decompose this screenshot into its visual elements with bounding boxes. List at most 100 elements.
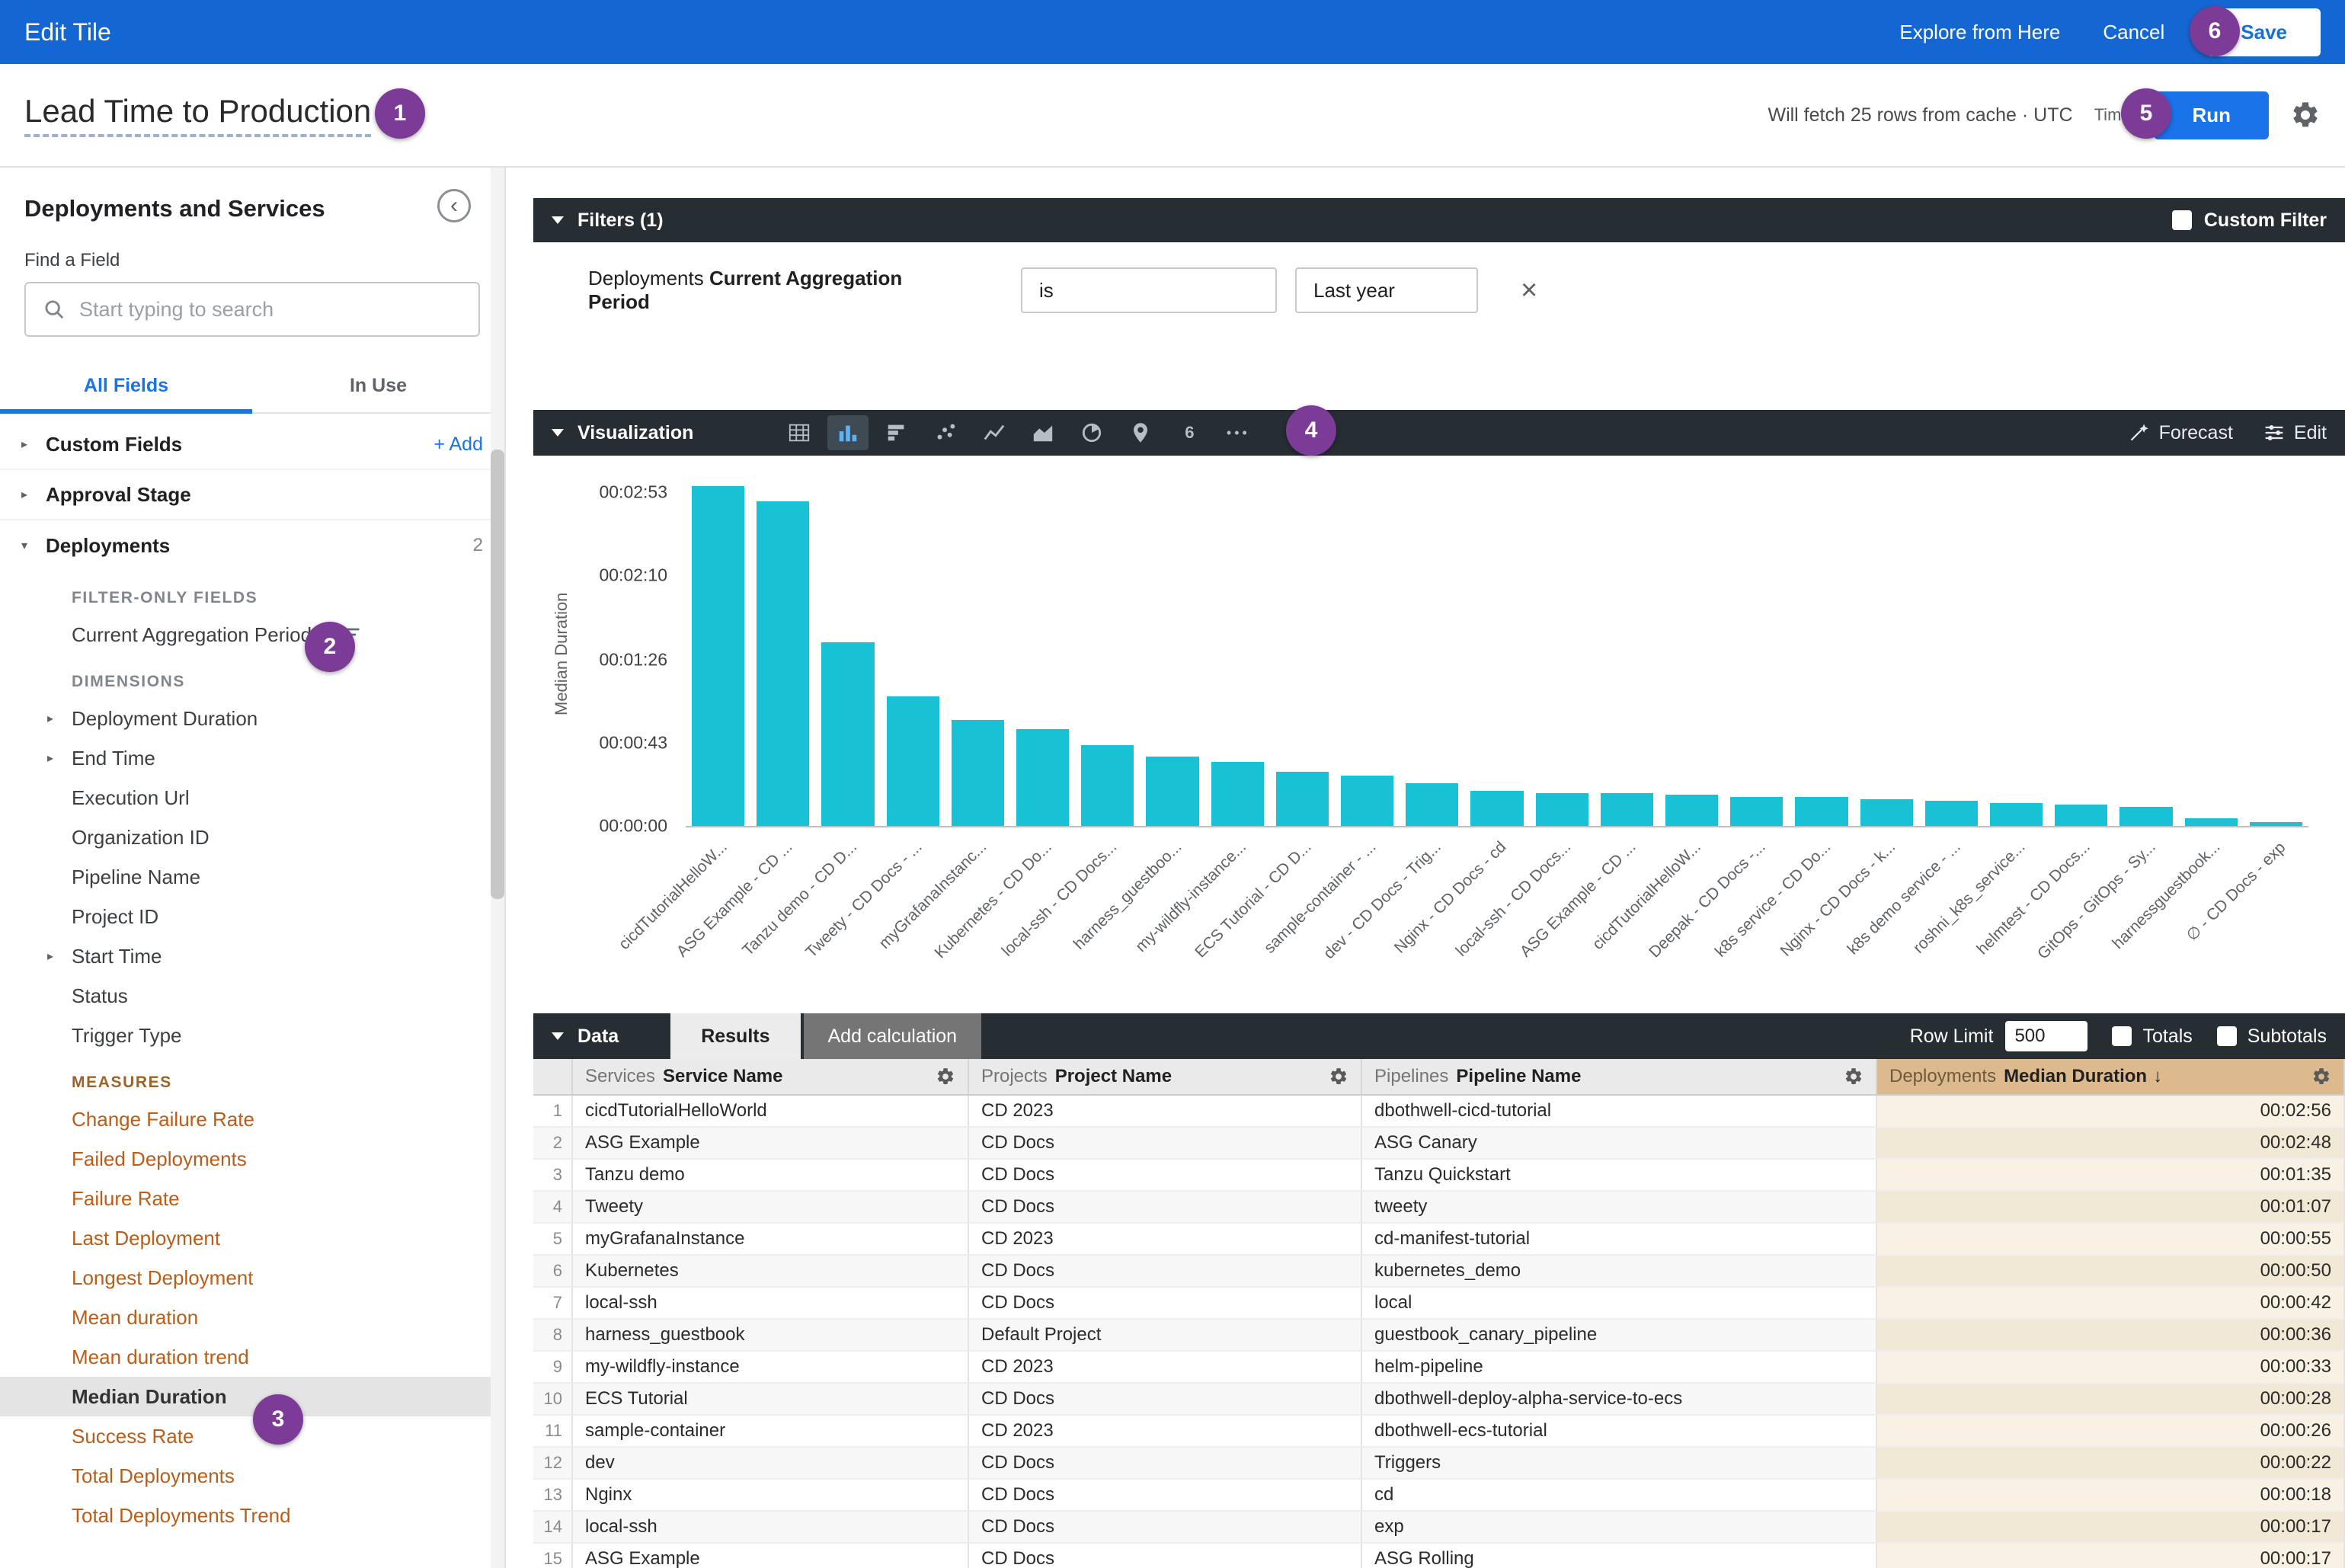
filter-operator-select[interactable]: is <box>1021 267 1277 313</box>
field-organization-id[interactable]: Organization ID <box>0 818 504 857</box>
cell-median-duration[interactable]: 00:01:07 <box>1877 1192 2345 1224</box>
cancel-link[interactable]: Cancel <box>2103 21 2164 44</box>
cell-median-duration[interactable]: 00:01:35 <box>1877 1160 2345 1192</box>
custom-filter-toggle[interactable]: Custom Filter <box>2172 210 2327 232</box>
cell-pipeline-name[interactable]: dbothwell-deploy-alpha-service-to-ecs <box>1362 1384 1877 1416</box>
cell-pipeline-name[interactable]: tweety <box>1362 1192 1877 1224</box>
tile-title-input[interactable]: Lead Time to Production <box>24 93 371 137</box>
bar[interactable] <box>1276 772 1329 826</box>
sidebar-scrollbar[interactable] <box>491 168 504 1568</box>
bar[interactable] <box>692 486 744 826</box>
map-viz-icon[interactable] <box>1120 415 1161 450</box>
cell-service-name[interactable]: Tweety <box>573 1192 969 1224</box>
table-row[interactable]: 5myGrafanaInstanceCD 2023cd-manifest-tut… <box>533 1224 2345 1256</box>
run-button[interactable]: Run <box>2154 91 2269 139</box>
expand-arrow-icon[interactable]: ▸ <box>21 487 46 502</box>
cell-pipeline-name[interactable]: cd-manifest-tutorial <box>1362 1224 1877 1256</box>
cell-service-name[interactable]: dev <box>573 1448 969 1480</box>
cell-pipeline-name[interactable]: helm-pipeline <box>1362 1352 1877 1384</box>
table-row[interactable]: 12devCD DocsTriggers00:00:22 <box>533 1448 2345 1480</box>
tab-results[interactable]: Results <box>670 1013 800 1059</box>
cell-service-name[interactable]: cicdTutorialHelloWorld <box>573 1096 969 1128</box>
bar[interactable] <box>1536 793 1588 826</box>
bar[interactable] <box>1341 776 1393 826</box>
field-change-failure-rate[interactable]: Change Failure Rate <box>0 1099 504 1139</box>
field-longest-deployment[interactable]: Longest Deployment <box>0 1258 504 1298</box>
cell-service-name[interactable]: sample-container <box>573 1416 969 1448</box>
table-row[interactable]: 2ASG ExampleCD DocsASG Canary00:02:48 <box>533 1128 2345 1160</box>
bar[interactable] <box>1730 797 1783 826</box>
cell-service-name[interactable]: local-ssh <box>573 1288 969 1320</box>
cell-median-duration[interactable]: 00:00:55 <box>1877 1224 2345 1256</box>
column-gear-icon[interactable] <box>1329 1067 1348 1086</box>
cell-pipeline-name[interactable]: dbothwell-ecs-tutorial <box>1362 1416 1877 1448</box>
field-search-box[interactable] <box>24 282 480 337</box>
field-total-deployments-trend[interactable]: Total Deployments Trend <box>0 1496 504 1535</box>
data-header[interactable]: Data Results Add calculation Row Limit T… <box>533 1013 2345 1059</box>
column-chart-viz-icon[interactable] <box>827 415 869 450</box>
cell-median-duration[interactable]: 00:00:17 <box>1877 1544 2345 1568</box>
cell-project-name[interactable]: Default Project <box>969 1320 1362 1352</box>
column-header-project-name[interactable]: ProjectsProject Name <box>969 1059 1362 1096</box>
bar[interactable] <box>757 501 809 826</box>
cell-service-name[interactable]: ASG Example <box>573 1128 969 1160</box>
totals-toggle[interactable]: Totals <box>2112 1026 2192 1048</box>
field-search-input[interactable] <box>79 298 462 322</box>
bar[interactable] <box>1860 799 1913 826</box>
cell-project-name[interactable]: CD Docs <box>969 1288 1362 1320</box>
column-header-service-name[interactable]: ServicesService Name <box>573 1059 969 1096</box>
field-start-time[interactable]: ▸Start Time <box>0 936 504 976</box>
table-row[interactable]: 7local-sshCD Docslocal00:00:42 <box>533 1288 2345 1320</box>
cell-service-name[interactable]: local-ssh <box>573 1512 969 1544</box>
remove-filter-button[interactable]: × <box>1521 276 1537 305</box>
bar[interactable] <box>1081 745 1134 826</box>
cell-pipeline-name[interactable]: local <box>1362 1288 1877 1320</box>
cell-pipeline-name[interactable]: exp <box>1362 1512 1877 1544</box>
cell-pipeline-name[interactable]: Triggers <box>1362 1448 1877 1480</box>
expand-arrow-icon[interactable]: ▸ <box>47 750 72 766</box>
cell-pipeline-name[interactable]: ASG Rolling <box>1362 1544 1877 1568</box>
bar[interactable] <box>1470 791 1523 826</box>
expand-arrow-icon[interactable]: ▸ <box>47 949 72 964</box>
group-deployments[interactable]: ▾ Deployments 2 <box>0 520 504 571</box>
filter-value-select[interactable]: Last year <box>1295 267 1478 313</box>
cell-service-name[interactable]: ECS Tutorial <box>573 1384 969 1416</box>
field-trigger-type[interactable]: Trigger Type <box>0 1016 504 1055</box>
explore-from-here-link[interactable]: Explore from Here <box>1899 21 2060 44</box>
bar[interactable] <box>1406 783 1458 826</box>
bar[interactable] <box>952 720 1004 826</box>
field-total-deployments[interactable]: Total Deployments <box>0 1456 504 1496</box>
cell-project-name[interactable]: CD Docs <box>969 1448 1362 1480</box>
expand-arrow-icon[interactable]: ▸ <box>21 437 46 452</box>
cell-project-name[interactable]: CD Docs <box>969 1544 1362 1568</box>
column-header-median-duration[interactable]: DeploymentsMedian Duration↓ <box>1877 1059 2345 1096</box>
field-last-deployment[interactable]: Last Deployment <box>0 1218 504 1258</box>
bar[interactable] <box>1990 803 2043 826</box>
cell-median-duration[interactable]: 00:00:18 <box>1877 1480 2345 1512</box>
column-gear-icon[interactable] <box>2311 1067 2331 1086</box>
collapse-arrow-icon[interactable]: ▾ <box>21 538 46 553</box>
table-row[interactable]: 1cicdTutorialHelloWorldCD 2023dbothwell-… <box>533 1096 2345 1128</box>
bar[interactable] <box>1925 801 1978 826</box>
bar[interactable] <box>1601 793 1653 826</box>
cell-project-name[interactable]: CD Docs <box>969 1480 1362 1512</box>
bar[interactable] <box>2119 807 2172 826</box>
table-row[interactable]: 11sample-containerCD 2023dbothwell-ecs-t… <box>533 1416 2345 1448</box>
field-failed-deployments[interactable]: Failed Deployments <box>0 1139 504 1179</box>
table-row[interactable]: 9my-wildfly-instanceCD 2023helm-pipeline… <box>533 1352 2345 1384</box>
table-row[interactable]: 3Tanzu demoCD DocsTanzu Quickstart00:01:… <box>533 1160 2345 1192</box>
row-limit-input[interactable] <box>2005 1021 2087 1051</box>
cell-service-name[interactable]: Kubernetes <box>573 1256 969 1288</box>
cell-median-duration[interactable]: 00:02:56 <box>1877 1096 2345 1128</box>
filters-header[interactable]: Filters (1) Custom Filter <box>533 198 2345 242</box>
table-row[interactable]: 10ECS TutorialCD Docsdbothwell-deploy-al… <box>533 1384 2345 1416</box>
cell-project-name[interactable]: CD Docs <box>969 1192 1362 1224</box>
cell-project-name[interactable]: CD 2023 <box>969 1416 1362 1448</box>
cell-median-duration[interactable]: 00:00:26 <box>1877 1416 2345 1448</box>
cell-service-name[interactable]: harness_guestbook <box>573 1320 969 1352</box>
cell-service-name[interactable]: Tanzu demo <box>573 1160 969 1192</box>
cell-pipeline-name[interactable]: Tanzu Quickstart <box>1362 1160 1877 1192</box>
line-chart-viz-icon[interactable] <box>974 415 1015 450</box>
section-collapse-icon[interactable] <box>552 1032 564 1040</box>
tab-all-fields[interactable]: All Fields <box>0 360 252 412</box>
